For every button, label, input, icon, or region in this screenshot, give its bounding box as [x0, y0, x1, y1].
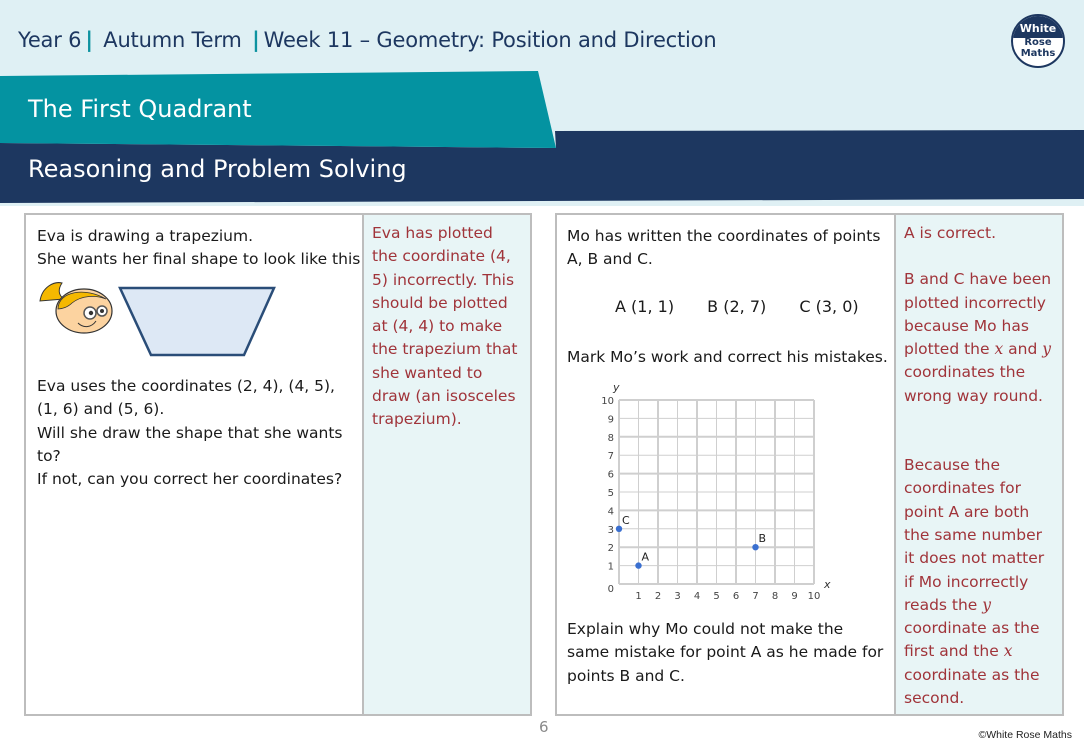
- point-label-b: B: [759, 532, 767, 545]
- y-tick-label: 3: [608, 525, 614, 536]
- written-point-a: A (1, 1): [615, 297, 674, 316]
- question-2-intro: Mo has written the coordinates of points…: [567, 227, 881, 269]
- question-1-panel: Eva is drawing a trapezium. She wants he…: [24, 213, 532, 716]
- answer-text: coordinate as the first and the: [904, 619, 1040, 661]
- page-number: 6: [539, 718, 549, 736]
- copyright: ©White Rose Maths: [978, 729, 1072, 741]
- y-tick-label: 1: [608, 562, 614, 573]
- question-2-explain: Explain why Mo could not make the same m…: [567, 620, 884, 685]
- point-label-a: A: [642, 551, 650, 564]
- y-tick-label: 7: [608, 451, 614, 462]
- question-1-line: She wants her final shape to look like t…: [37, 250, 366, 269]
- math-y: y: [1042, 340, 1052, 359]
- y-tick-label: 0: [608, 584, 614, 595]
- answer-point-a-explanation: Because the coordinates for point A are …: [904, 454, 1054, 710]
- question-1-figure: [39, 282, 276, 357]
- math-x: x: [994, 340, 1004, 359]
- answer-b-c-explanation: B and C have been plotted incorrectly be…: [904, 268, 1054, 408]
- x-tick-label: 7: [752, 591, 758, 602]
- point-coords: (3, 0): [815, 297, 859, 316]
- question-1-prompt: If not, can you correct her coordinates?: [37, 470, 343, 489]
- y-tick-label: 5: [608, 488, 614, 499]
- y-axis-label: y: [612, 381, 620, 394]
- math-y: y: [982, 595, 992, 614]
- point-label-c: C: [622, 514, 630, 527]
- x-tick-label: 1: [635, 591, 641, 602]
- question-1-line: Eva is drawing a trapezium.: [37, 227, 254, 245]
- answer-text: coordinate as the second.: [904, 665, 1040, 708]
- trapezium-shape: [118, 286, 276, 357]
- question-2-answer: A is correct. B and C have been plotted …: [894, 215, 1062, 714]
- girl-face-icon: [39, 282, 113, 334]
- y-tick-label: 4: [608, 506, 614, 517]
- question-1-body: Eva uses the coordinates (2, 4), (4, 5),…: [37, 375, 357, 491]
- question-1-coordinates: Eva uses the coordinates (2, 4), (4, 5),…: [37, 377, 335, 419]
- point-label: A: [615, 297, 626, 316]
- written-coordinates: A (1, 1) B (2, 7) C (3, 0): [615, 297, 887, 316]
- section-title: Reasoning and Problem Solving: [28, 155, 407, 183]
- x-tick-label: 5: [713, 591, 719, 602]
- written-point-b: B (2, 7): [707, 297, 766, 316]
- question-1-intro: Eva is drawing a trapezium. She wants he…: [37, 225, 367, 272]
- x-axis-label: x: [823, 578, 831, 591]
- point-label: B: [707, 297, 719, 316]
- question-2-instruction: Mark Mo’s work and correct his mistakes.: [567, 348, 888, 366]
- coordinate-grid: 1 2 3 4 5 6 7 8 9 10012345678910xyABC: [601, 381, 831, 602]
- x-tick-label: 2: [655, 591, 661, 602]
- y-tick-label: 2: [608, 543, 614, 554]
- math-x: x: [1003, 642, 1013, 661]
- answer-text: Because the coordinates for point A are …: [904, 456, 1045, 614]
- point-label: C: [799, 297, 811, 316]
- x-tick-label: 9: [791, 591, 797, 602]
- y-tick-label: 8: [608, 433, 614, 444]
- x-tick-label: 8: [772, 591, 778, 602]
- x-tick-label: 10: [808, 591, 821, 602]
- answer-text: coordinates the wrong way round.: [904, 363, 1043, 405]
- point-coords: (1, 1): [631, 297, 675, 316]
- point-coords: (2, 7): [723, 297, 767, 316]
- question-2-panel: Mo has written the coordinates of points…: [555, 213, 1064, 716]
- y-tick-label: 9: [608, 414, 614, 425]
- x-tick-label: 3: [674, 591, 680, 602]
- lesson-title: The First Quadrant: [28, 95, 252, 123]
- x-tick-label: 4: [694, 591, 700, 602]
- written-point-c: C (3, 0): [799, 297, 858, 316]
- y-tick-label: 10: [601, 396, 614, 407]
- question-1-answer-text: Eva has plotted the coordinate (4, 5) in…: [372, 224, 518, 429]
- x-tick-label: 6: [733, 591, 739, 602]
- y-tick-label: 6: [608, 470, 614, 481]
- answer-a-correct: A is correct.: [904, 224, 997, 242]
- question-1-answer: Eva has plotted the coordinate (4, 5) in…: [362, 215, 530, 714]
- question-1-question: Will she draw the shape that she wants t…: [37, 423, 343, 465]
- answer-text: and: [1008, 340, 1038, 359]
